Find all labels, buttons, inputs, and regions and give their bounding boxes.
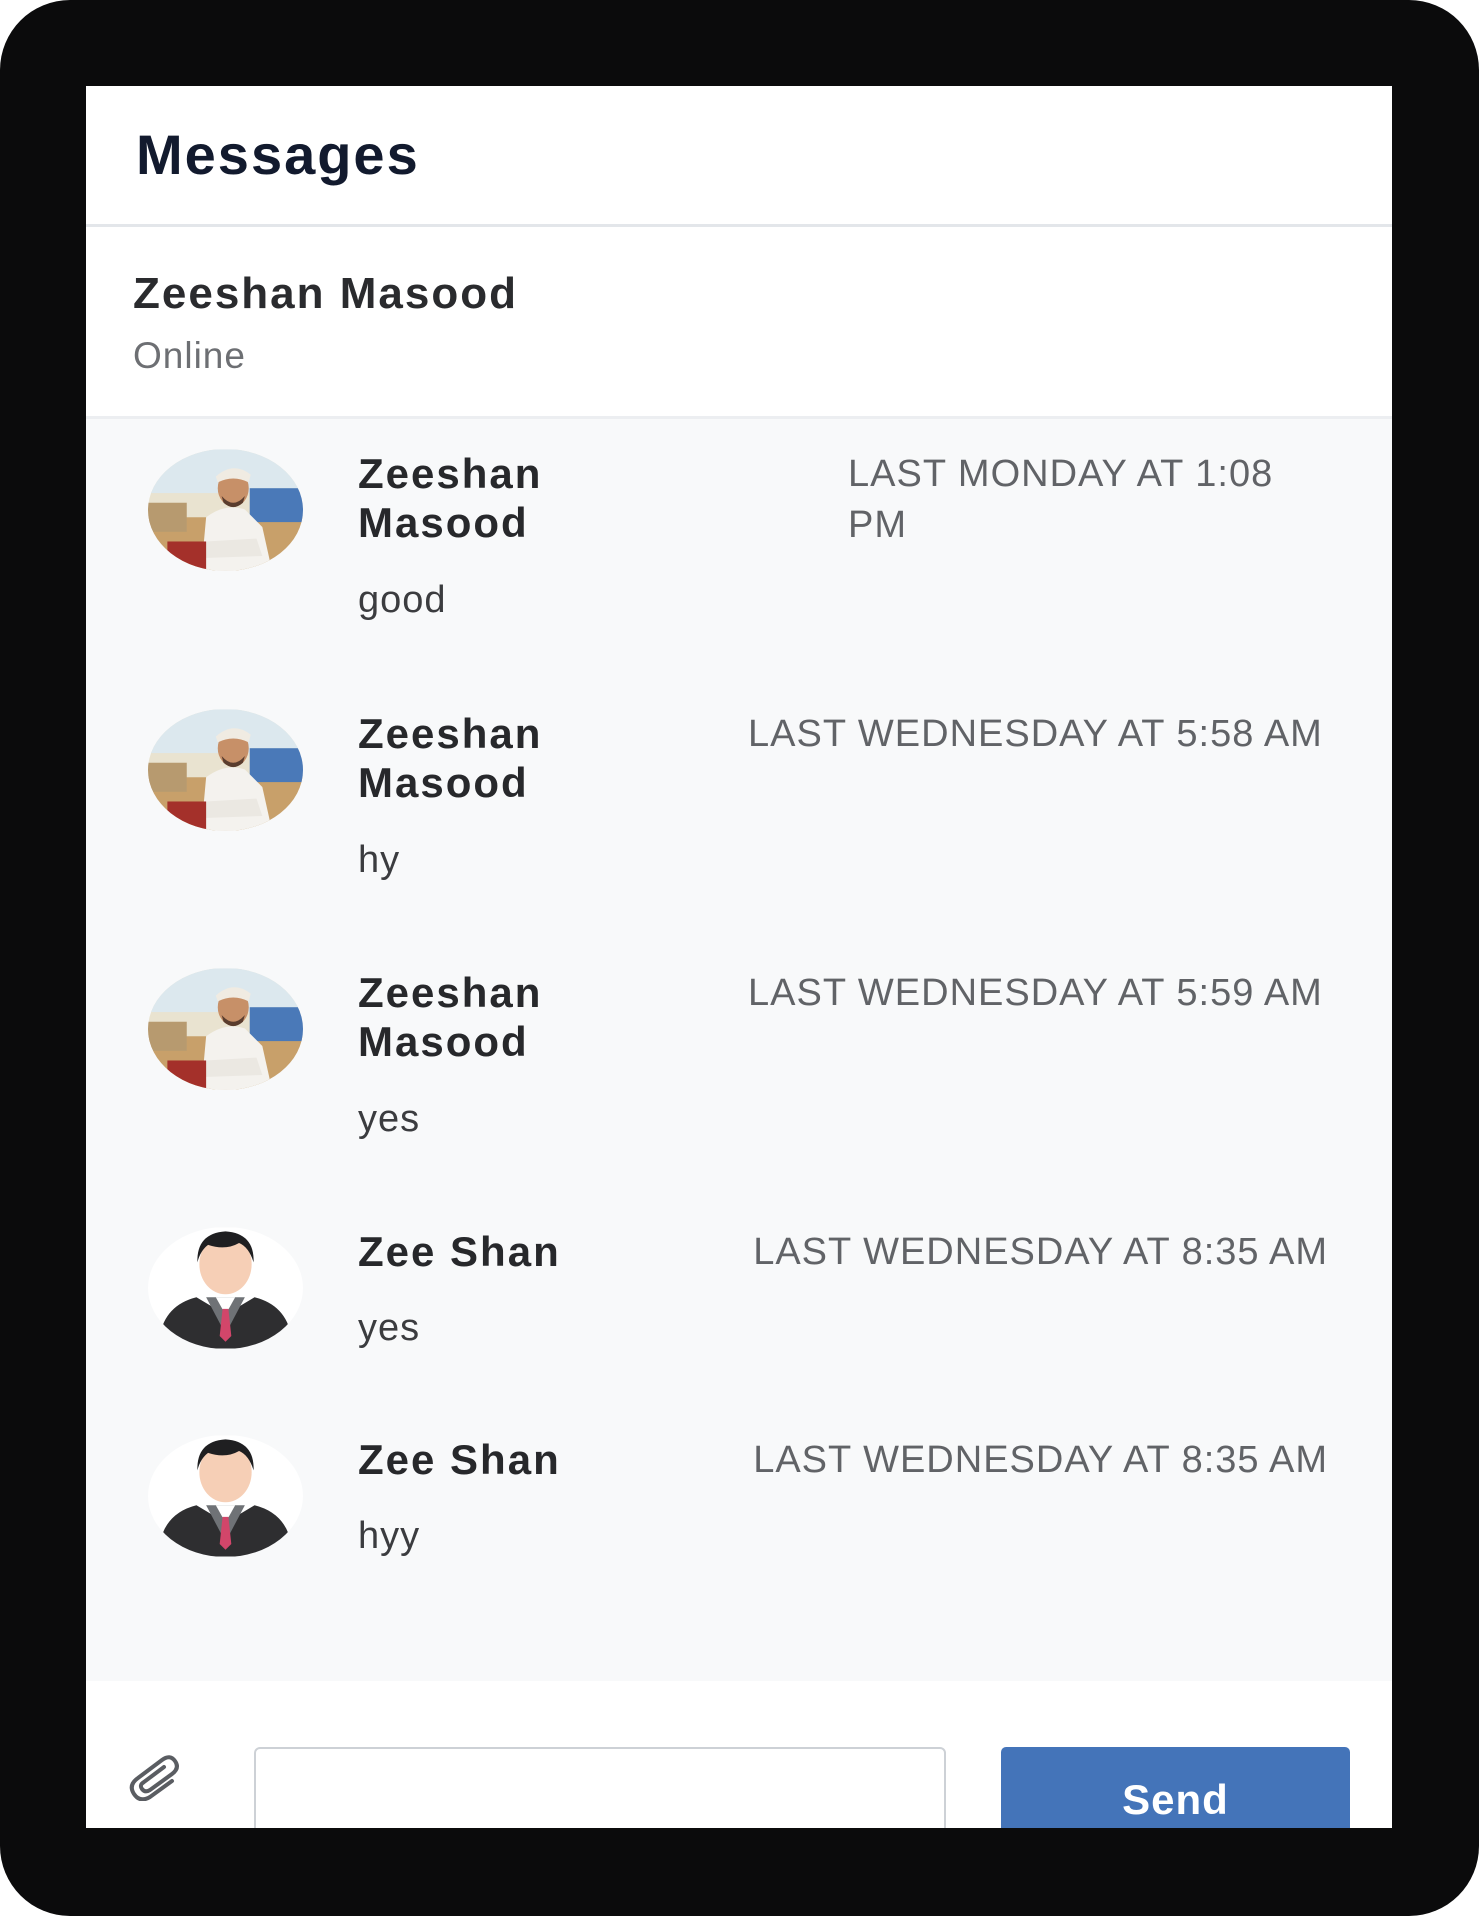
message-time: LAST WEDNESDAY AT 5:58 AM [748, 713, 1323, 755]
chat-header: Messages [86, 86, 1392, 227]
message-time: LAST MONDAY AT 1:08 PM [848, 453, 1274, 546]
contact-panel: Zeeshan Masood Online [86, 227, 1392, 419]
message-sender: Zee Shan [358, 1436, 561, 1483]
message-input[interactable] [254, 1747, 946, 1828]
contact-status: Online [133, 335, 246, 376]
avatar [148, 449, 303, 571]
message-text: yes [358, 1307, 421, 1349]
contact-name: Zeeshan Masood [133, 269, 518, 318]
default-user-avatar [148, 1227, 303, 1349]
message-time: LAST WEDNESDAY AT 8:35 AM [753, 1231, 1328, 1273]
page-title: Messages [136, 123, 420, 186]
avatar [148, 968, 303, 1090]
message-time: LAST WEDNESDAY AT 8:35 AM [753, 1439, 1328, 1481]
message-text: yes [358, 1098, 421, 1140]
avatar [148, 709, 303, 831]
message-thread[interactable]: Zeeshan Masood LAST MONDAY AT 1:08 PM go… [86, 419, 1392, 1681]
message-time: LAST WEDNESDAY AT 5:59 AM [748, 972, 1323, 1014]
device-frame: Messages Zeeshan Masood Online Zeeshan M… [0, 0, 1479, 1916]
message-sender: Zee Shan [358, 1228, 561, 1275]
message-sender: Zeeshan Masood [358, 969, 543, 1065]
message-text: hyy [358, 1515, 421, 1557]
message-sender: Zeeshan Masood [358, 710, 543, 806]
message-composer: Send [86, 1681, 1392, 1828]
chat-window: Messages Zeeshan Masood Online Zeeshan M… [86, 86, 1392, 1828]
message-sender: Zeeshan Masood [358, 450, 543, 546]
paperclip-icon[interactable] [128, 1751, 184, 1801]
message-text: good [358, 579, 447, 621]
default-user-avatar [148, 1435, 303, 1557]
message-text: hy [358, 839, 401, 881]
send-button[interactable]: Send [1001, 1747, 1350, 1828]
